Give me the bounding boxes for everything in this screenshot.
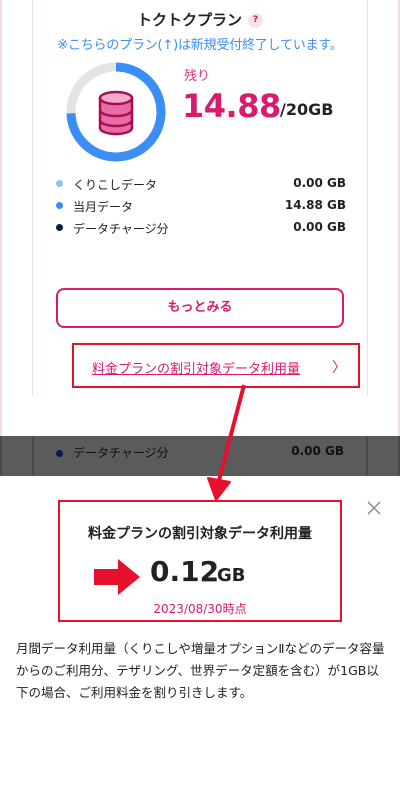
breakdown-row-current-month: 当月データ 14.88 GB — [56, 196, 346, 218]
breakdown-row-data-charge: データチャージ分 0.00 GB — [56, 218, 346, 240]
backdrop-row-value: 0.00 GB — [291, 444, 344, 458]
help-icon[interactable]: ? — [248, 13, 263, 28]
see-more-button[interactable]: もっとみる — [56, 288, 344, 328]
plan-title: トクトクプラン? — [0, 9, 400, 30]
chevron-right-icon: 〉 — [332, 360, 346, 376]
backdrop-card-edge — [32, 436, 34, 476]
legend-dot-icon — [56, 180, 63, 187]
remaining-label: 残り — [184, 69, 211, 84]
breakdown-name: くりこしデータ — [73, 178, 158, 192]
backdrop-row-name: データチャージ分 — [73, 446, 169, 460]
discount-usage-sheet: 料金プランの割引対象データ利用量 0.12 GB 2023/08/30時点 月間… — [0, 478, 400, 800]
breakdown-name: データチャージ分 — [73, 222, 169, 236]
database-icon — [98, 90, 134, 136]
plan-notice: ※こちらのプラン(↑)は新規受付終了しています。 — [57, 38, 343, 53]
legend-dot-icon — [56, 450, 63, 457]
left-edge-line — [0, 0, 2, 436]
breakdown-value: 14.88 GB — [284, 198, 346, 212]
breakdown-value: 0.00 GB — [293, 176, 346, 190]
discount-usage-link-label: 料金プランの割引対象データ利用量 — [92, 362, 301, 377]
modal-backdrop[interactable]: データチャージ分 0.00 GB — [0, 436, 400, 476]
arrow-right-icon — [94, 559, 140, 595]
breakdown-name: 当月データ — [73, 200, 134, 214]
close-icon[interactable] — [366, 500, 382, 516]
usage-value: 0.12 — [150, 555, 220, 588]
legend-dot-icon — [56, 224, 63, 231]
backdrop-edge-line — [0, 436, 2, 476]
discount-usage-summary: 料金プランの割引対象データ利用量 0.12 GB 2023/08/30時点 — [58, 500, 342, 622]
legend-dot-icon — [56, 202, 63, 209]
backdrop-card-edge — [366, 436, 368, 476]
sheet-description: 月間データ利用量（くりこしや増量オプションⅡなどのデータ容量からのご利用分、テザ… — [16, 641, 385, 700]
remaining-total: /20GB — [280, 100, 334, 119]
usage-unit: GB — [217, 565, 246, 586]
breakdown-row-carryover: くりこしデータ 0.00 GB — [56, 174, 346, 196]
data-remaining-donut — [66, 62, 166, 162]
remaining-value: 14.88 — [182, 87, 281, 125]
plan-area: トクトクプラン? ※こちらのプラン(↑)は新規受付終了しています。 残り 14.… — [0, 0, 400, 436]
sheet-title: 料金プランの割引対象データ利用量 — [88, 526, 312, 542]
usage-as-of-date: 2023/08/30時点 — [153, 602, 247, 616]
plan-title-text: トクトクプラン — [136, 11, 242, 29]
breakdown-value: 0.00 GB — [293, 220, 346, 234]
data-breakdown-list: くりこしデータ 0.00 GB 当月データ 14.88 GB データチャージ分 … — [56, 174, 346, 240]
discount-usage-link[interactable]: 料金プランの割引対象データ利用量 〉 — [72, 343, 360, 388]
